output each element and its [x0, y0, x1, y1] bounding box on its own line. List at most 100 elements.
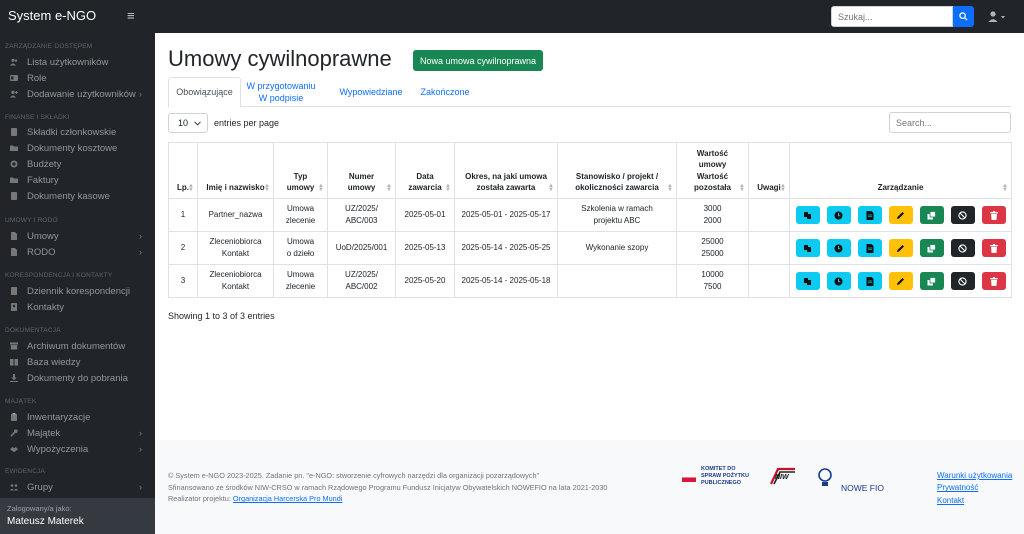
- sidebar-heading: UMOWY I RODO: [5, 217, 58, 224]
- edit-button[interactable]: [888, 272, 913, 290]
- history-button[interactable]: [826, 272, 851, 290]
- document-button[interactable]: [857, 206, 882, 224]
- column-header-position[interactable]: Stanowisko / projekt / okoliczności zawa…: [557, 142, 677, 199]
- entries-select[interactable]: 10: [168, 113, 208, 133]
- page-footer: © System e-NGO 2023-2025. Zadanie pn. "e…: [155, 440, 1024, 534]
- bulb-icon: [818, 468, 832, 486]
- chevron-down-icon: [194, 120, 201, 126]
- delete-button[interactable]: [981, 206, 1006, 224]
- sidebar-item-users-list[interactable]: Lista użytkowników: [10, 55, 150, 69]
- terminate-button[interactable]: [950, 206, 975, 224]
- sidebar-item-knowledge-base[interactable]: Baza wiedzy: [10, 355, 150, 369]
- sort-icon: ▲ ▼: [548, 182, 554, 193]
- edit-button[interactable]: [888, 239, 913, 257]
- table-search-input[interactable]: [889, 112, 1011, 133]
- new-contract-button[interactable]: Nowa umowa cywilnoprawna: [413, 50, 544, 71]
- annex-button[interactable]: [795, 206, 820, 224]
- sidebar-heading: EWIDENCJA: [5, 468, 46, 475]
- column-header-management[interactable]: Zarządzanie ▲ ▼: [789, 142, 1012, 199]
- sidebar-item-groups[interactable]: Grupy ›: [10, 480, 150, 494]
- delete-button[interactable]: [981, 239, 1006, 257]
- footer-copyright: © System e-NGO 2023-2025. Zadanie pn. "e…: [168, 471, 540, 480]
- clipboard-icon: [11, 413, 17, 421]
- top-navbar: System e-NGO ≡: [0, 0, 1024, 33]
- sidebar-item-budgets[interactable]: Budżety: [10, 157, 150, 171]
- contact-icon: [11, 303, 17, 311]
- history-button[interactable]: [826, 239, 851, 257]
- document-button[interactable]: [857, 272, 882, 290]
- terminate-button[interactable]: [950, 272, 975, 290]
- folder-icon: [10, 145, 18, 151]
- sidebar-item-contracts[interactable]: Umowy ›: [10, 229, 150, 243]
- edit-button[interactable]: [888, 206, 913, 224]
- delete-button[interactable]: [981, 272, 1006, 290]
- global-search-input[interactable]: [831, 6, 953, 27]
- column-header-period[interactable]: Okres, na jaki umowa została zawarta ▲ ▼: [454, 142, 558, 199]
- column-header-date[interactable]: Data zawarcia ▲ ▼: [395, 142, 455, 199]
- clock-icon: [834, 211, 843, 219]
- tab-active[interactable]: Obowiązujące: [168, 77, 241, 108]
- file-text-icon: [866, 210, 873, 220]
- sidebar-heading: ZARZĄDZANIE DOSTĘPEM: [5, 43, 93, 50]
- chevron-right-icon: ›: [139, 231, 142, 241]
- sidebar-item-inventory[interactable]: Inwentaryzacje: [10, 410, 150, 424]
- contact-link[interactable]: Kontakt: [937, 495, 1012, 507]
- copy-button[interactable]: [919, 206, 944, 224]
- sidebar-item-correspondence[interactable]: Dziennik korespondencji: [10, 284, 150, 298]
- privacy-link[interactable]: Prywatność: [937, 482, 1012, 494]
- coins-icon: [10, 160, 18, 168]
- user-menu-button[interactable]: [988, 11, 1008, 23]
- sidebar-item-rodo[interactable]: RODO ›: [10, 245, 150, 259]
- sidebar-item-add-users[interactable]: Dodawanie użytkowników ›: [10, 87, 150, 101]
- column-header-name[interactable]: Imię i nazwisko ▲ ▼: [197, 142, 274, 199]
- table-row: 1 Partner_nazwa Umowa zlecenie UZ/2025/ …: [168, 198, 1012, 232]
- book-icon: [10, 359, 18, 366]
- cell-number: UZ/2025/ ABC/003: [327, 198, 396, 232]
- sidebar-item-loans[interactable]: Wypożyczenia ›: [10, 442, 150, 456]
- clock-icon: [834, 244, 843, 252]
- column-header-number[interactable]: Numer umowy ▲ ▼: [327, 142, 396, 199]
- annex-button[interactable]: [795, 239, 820, 257]
- cell-notes: [748, 264, 790, 298]
- page-title: Umowy cywilnoprawne: [168, 46, 392, 71]
- sidebar-item-label: Dokumenty kosztowe: [27, 142, 118, 154]
- brand-title[interactable]: System e-NGO: [8, 8, 96, 23]
- ban-icon: [958, 243, 967, 253]
- implementer-link[interactable]: Organizacja Harcerska Pro Mundi: [233, 494, 343, 503]
- menu-toggle-icon[interactable]: ≡: [127, 8, 135, 23]
- global-search: [831, 6, 974, 27]
- sidebar-item-assets[interactable]: Majątek ›: [10, 426, 150, 440]
- sidebar-item-contacts[interactable]: Kontakty: [10, 300, 150, 314]
- sidebar-item-membership-fees[interactable]: Składki członkowskie: [10, 125, 150, 139]
- sort-icon: ▲ ▼: [780, 182, 786, 193]
- sidebar-item-cash-documents[interactable]: Dokumenty kasowe: [10, 189, 150, 203]
- column-header-type[interactable]: Typ umowy ▲ ▼: [273, 142, 328, 199]
- sidebar-item-roles[interactable]: Role: [10, 71, 150, 85]
- tab-in-preparation[interactable]: W przygotowaniu W podpisie: [246, 77, 316, 107]
- cell-position: Szkolenia w ramach projektu ABC: [557, 198, 677, 232]
- copy-button[interactable]: [919, 272, 944, 290]
- remaining-value: 2000: [703, 216, 722, 225]
- column-header-value[interactable]: Wartość umowy Wartość pozostała ▲ ▼: [676, 142, 749, 199]
- contract-value: 25000: [701, 237, 724, 247]
- column-header-lp[interactable]: Lp. ▲ ▼: [168, 142, 198, 199]
- sidebar-item-label: Majątek: [27, 427, 61, 439]
- chevron-right-icon: ›: [139, 482, 142, 492]
- chevron-right-icon: ›: [139, 444, 142, 454]
- column-header-notes[interactable]: Uwagi ▲ ▼: [748, 142, 790, 199]
- terms-link[interactable]: Warunki użytkowania: [937, 470, 1012, 482]
- history-button[interactable]: [826, 206, 851, 224]
- terminate-button[interactable]: [950, 239, 975, 257]
- sidebar-item-cost-documents[interactable]: Dokumenty kosztowe: [10, 141, 150, 155]
- sidebar-item-downloads[interactable]: Dokumenty do pobrania: [10, 371, 150, 385]
- document-icon: [11, 192, 17, 200]
- annex-button[interactable]: [795, 272, 820, 290]
- tab-terminated[interactable]: Wypowiedziane: [334, 77, 408, 107]
- tab-finished[interactable]: Zakończone: [414, 77, 476, 107]
- contract-value: 10000: [701, 270, 724, 280]
- sidebar-item-document-archive[interactable]: Archiwum dokumentów: [10, 339, 150, 353]
- search-button[interactable]: [953, 6, 974, 27]
- copy-button[interactable]: [919, 239, 944, 257]
- sidebar-item-invoices[interactable]: Faktury: [10, 173, 150, 187]
- document-button[interactable]: [857, 239, 882, 257]
